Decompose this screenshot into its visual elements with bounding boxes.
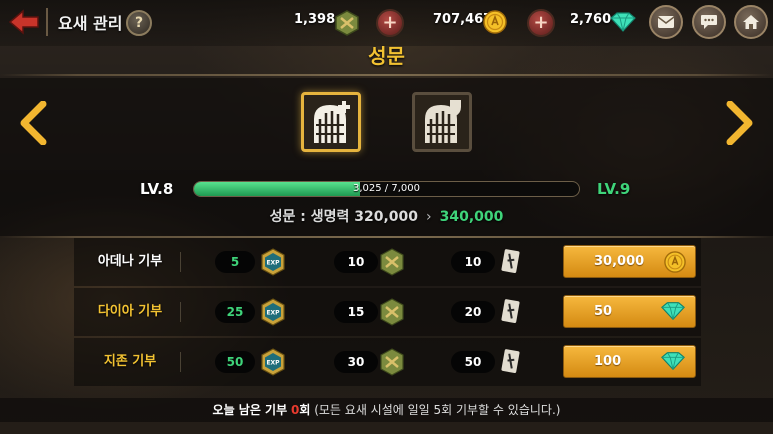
chat-button[interactable] — [692, 5, 726, 39]
svg-text:EXP: EXP — [266, 260, 280, 267]
chat-icon — [701, 15, 717, 29]
diamond-donate-button[interactable]: 50 — [563, 295, 696, 328]
page-title: 성문 — [368, 44, 405, 68]
exp-badge-icon: EXP — [260, 298, 286, 330]
donation-label: 아데나 기부 — [97, 254, 163, 269]
donation-limit-note: (모든 요새 시설에 일일 5회 기부할 수 있습니다.) — [314, 403, 561, 417]
divider — [0, 74, 773, 76]
stat-next: 340,000 — [439, 209, 504, 225]
medal-icon — [379, 348, 405, 380]
ticket-icon — [499, 248, 521, 278]
gate-defense-tab[interactable] — [412, 92, 472, 152]
exp-reward: 50 — [215, 351, 255, 373]
exp-reward: 5 — [215, 251, 255, 273]
ticket-reward: 50 — [451, 351, 495, 373]
diamond-icon — [660, 301, 686, 333]
donate-cost: 50 — [594, 304, 613, 319]
medal-icon — [379, 298, 405, 330]
donate-cost: 100 — [594, 354, 622, 369]
gold-coin-icon — [664, 251, 686, 285]
current-level: LV.8 — [140, 180, 174, 198]
diamond-count: 2,760 — [570, 12, 612, 27]
svg-text:EXP: EXP — [266, 310, 280, 317]
gold-coin-icon — [483, 10, 507, 38]
donation-row: 아데나 기부 5 EXP 10 10 30,000 — [74, 238, 701, 286]
next-level: LV.9 — [597, 180, 631, 198]
exp-reward: 25 — [215, 301, 255, 323]
medal-icon — [333, 9, 361, 41]
medal-reward: 10 — [334, 251, 378, 273]
ticket-icon — [499, 348, 521, 378]
exp-badge-icon: EXP — [260, 348, 286, 380]
gate-shield-icon — [425, 100, 461, 143]
stat-arrow: › — [426, 209, 432, 225]
adena-donate-button[interactable]: 30,000 — [563, 245, 696, 278]
add-medal-button[interactable]: + — [376, 9, 404, 37]
medal-icon — [379, 248, 405, 280]
donation-row: 다이아 기부 25 EXP 15 20 50 — [74, 288, 701, 336]
level-panel — [0, 170, 773, 236]
next-facility-arrow-icon[interactable] — [725, 100, 755, 146]
medal-reward: 15 — [334, 301, 378, 323]
facility-banner — [0, 78, 773, 170]
exp-badge-icon: EXP — [260, 248, 286, 280]
mail-button[interactable] — [649, 5, 683, 39]
remaining-unit: 회 — [299, 403, 311, 417]
donate-cost: 30,000 — [594, 254, 645, 269]
supreme-donate-button[interactable]: 100 — [563, 345, 696, 378]
add-gold-button[interactable]: + — [527, 9, 555, 37]
prev-facility-arrow-icon[interactable] — [18, 100, 48, 146]
ticket-reward: 20 — [451, 301, 495, 323]
gate-upgrade-tab[interactable] — [301, 92, 361, 152]
ticket-reward: 10 — [451, 251, 495, 273]
ticket-icon — [499, 298, 521, 328]
diamond-icon — [609, 12, 637, 36]
back-arrow-icon[interactable] — [8, 9, 40, 35]
gate-plus-icon — [314, 101, 350, 143]
donation-row: 지존 기부 50 EXP 30 50 100 — [74, 338, 701, 386]
remaining-label: 오늘 남은 기부 — [212, 403, 288, 417]
diamond-icon — [660, 351, 686, 383]
donation-label: 다이아 기부 — [97, 304, 163, 319]
home-button[interactable] — [734, 5, 768, 39]
help-button[interactable]: ? — [126, 10, 152, 36]
svg-text:EXP: EXP — [266, 360, 280, 367]
stat-current: 성문 : 생명력 320,000 — [269, 209, 418, 225]
daily-donation-notice: 오늘 남은 기부 0회 (모든 요새 시설에 일일 5회 기부할 수 있습니다.… — [0, 398, 773, 422]
home-icon — [743, 15, 759, 29]
title-divider — [46, 8, 48, 36]
medal-reward: 30 — [334, 351, 378, 373]
medal-count: 1,398 — [294, 12, 336, 27]
mail-icon — [657, 16, 675, 28]
exp-progress-bar: 3,025 / 7,000 — [193, 181, 580, 197]
gate-stat-line: 성문 : 생명력 320,000 › 340,000 — [0, 206, 773, 226]
donation-label: 지존 기부 — [103, 354, 157, 369]
exp-progress-text: 3,025 / 7,000 — [353, 183, 420, 194]
screen-title: 요새 관리 — [58, 14, 123, 33]
